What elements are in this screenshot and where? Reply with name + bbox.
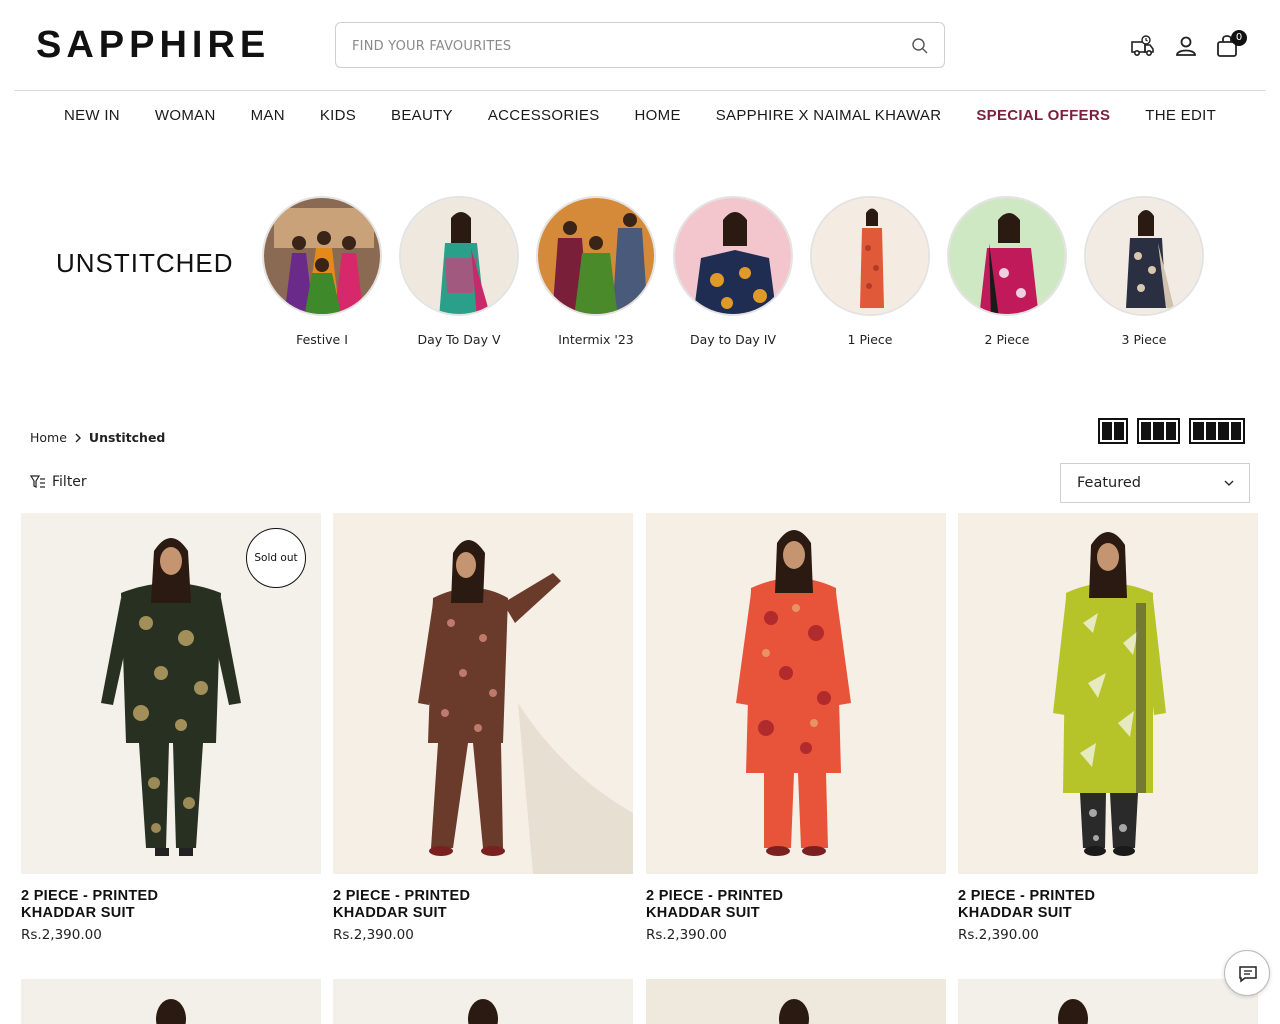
product-price: Rs.2,390.00 (333, 927, 414, 943)
product-image-partial[interactable] (333, 979, 633, 1024)
category-image[interactable] (399, 196, 519, 316)
chat-button[interactable] (1224, 950, 1270, 996)
category-day-to-day-iv[interactable]: Day to Day IV (673, 196, 793, 347)
sort-selected-value[interactable]: Featured (1077, 475, 1141, 491)
product-title[interactable]: 2 PIECE - PRINTED KHADDAR SUIT (958, 888, 1158, 922)
chevron-down-icon (1224, 480, 1234, 486)
product-image[interactable] (958, 513, 1258, 874)
product-card[interactable]: Sold out 2 PIECE - PRINTED KHADDAR SUIT … (21, 513, 321, 943)
search-bar[interactable] (335, 22, 945, 68)
category-label[interactable]: 2 Piece (947, 332, 1067, 347)
cart-count-badge: 0 (1231, 30, 1247, 46)
product-title[interactable]: 2 PIECE - PRINTED KHADDAR SUIT (21, 888, 221, 922)
category-image[interactable] (947, 196, 1067, 316)
category-label[interactable]: Day to Day IV (673, 332, 793, 347)
category-carousel: Festive I Day To Day V Intermix '23 Day … (262, 196, 1222, 356)
nav-item-sapphire-x-naimal-khawar[interactable]: SAPPHIRE X NAIMAL KHAWAR (698, 104, 959, 128)
filter-label[interactable]: Filter (52, 474, 87, 490)
product-image[interactable] (333, 513, 633, 874)
product-card[interactable]: 2 PIECE - PRINTED KHADDAR SUIT Rs.2,390.… (333, 513, 633, 943)
chat-icon (1239, 966, 1257, 983)
product-price: Rs.2,390.00 (21, 927, 102, 943)
grid-4-columns-icon[interactable] (1189, 418, 1245, 444)
category-image[interactable] (536, 196, 656, 316)
category-label[interactable]: 3 Piece (1084, 332, 1204, 347)
product-title[interactable]: 2 PIECE - PRINTED KHADDAR SUIT (646, 888, 846, 922)
category-label[interactable]: 1 Piece (810, 332, 930, 347)
category-image[interactable] (262, 196, 382, 316)
category-label[interactable]: Intermix '23 (536, 332, 656, 347)
nav-item-new-in[interactable]: NEW IN (46, 104, 137, 128)
search-icon[interactable] (910, 36, 930, 56)
nav-item-accessories[interactable]: ACCESSORIES (470, 104, 617, 128)
nav-item-man[interactable]: MAN (233, 104, 302, 128)
brand-logo[interactable]: SAPPHIRE (36, 24, 270, 66)
chevron-right-icon (75, 433, 81, 442)
nav-item-special-offers[interactable]: SPECIAL OFFERS (959, 104, 1128, 128)
category-day-to-day-v[interactable]: Day To Day V (399, 196, 519, 347)
product-image[interactable]: Sold out (21, 513, 321, 874)
filter-icon (30, 475, 45, 488)
collection-title: UNSTITCHED (56, 248, 234, 278)
grid-2-columns-icon[interactable] (1098, 418, 1128, 444)
filter-button[interactable]: Filter (30, 474, 87, 490)
sort-select[interactable]: Featured (1060, 463, 1250, 503)
delivery-truck-icon[interactable] (1130, 33, 1156, 59)
user-icon[interactable] (1173, 33, 1199, 59)
product-image-partial[interactable] (958, 979, 1258, 1024)
category-3-piece[interactable]: 3 Piece (1084, 196, 1204, 347)
search-input[interactable] (352, 35, 892, 57)
nav-item-beauty[interactable]: BEAUTY (374, 104, 471, 128)
product-title[interactable]: 2 PIECE - PRINTED KHADDAR SUIT (333, 888, 533, 922)
category-intermix-23[interactable]: Intermix '23 (536, 196, 656, 347)
category-image[interactable] (673, 196, 793, 316)
product-price: Rs.2,390.00 (958, 927, 1039, 943)
main-nav: NEW IN WOMAN MAN KIDS BEAUTY ACCESSORIES… (0, 104, 1280, 128)
category-2-piece[interactable]: 2 Piece (947, 196, 1067, 347)
nav-item-the-edit[interactable]: THE EDIT (1128, 104, 1234, 128)
category-image[interactable] (810, 196, 930, 316)
category-1-piece[interactable]: 1 Piece (810, 196, 930, 347)
nav-item-home[interactable]: HOME (617, 104, 698, 128)
category-label[interactable]: Day To Day V (399, 332, 519, 347)
product-image-partial[interactable] (646, 979, 946, 1024)
breadcrumb: Home Unstitched (30, 430, 165, 445)
product-card[interactable]: 2 PIECE - PRINTED KHADDAR SUIT Rs.2,390.… (646, 513, 946, 943)
product-card[interactable]: 2 PIECE - PRINTED KHADDAR SUIT Rs.2,390.… (958, 513, 1258, 943)
category-label[interactable]: Festive I (262, 332, 382, 347)
header-divider (14, 90, 1266, 91)
sold-out-badge: Sold out (246, 528, 306, 588)
product-image[interactable] (646, 513, 946, 874)
site-header: SAPPHIRE 0 (0, 0, 1280, 90)
nav-item-woman[interactable]: WOMAN (137, 104, 233, 128)
grid-3-columns-icon[interactable] (1137, 418, 1180, 444)
category-festive-i[interactable]: Festive I (262, 196, 382, 347)
nav-item-kids[interactable]: KIDS (302, 104, 373, 128)
category-image[interactable] (1084, 196, 1204, 316)
product-price: Rs.2,390.00 (646, 927, 727, 943)
breadcrumb-home[interactable]: Home (30, 430, 67, 445)
product-image-partial[interactable] (21, 979, 321, 1024)
breadcrumb-current: Unstitched (88, 430, 166, 445)
